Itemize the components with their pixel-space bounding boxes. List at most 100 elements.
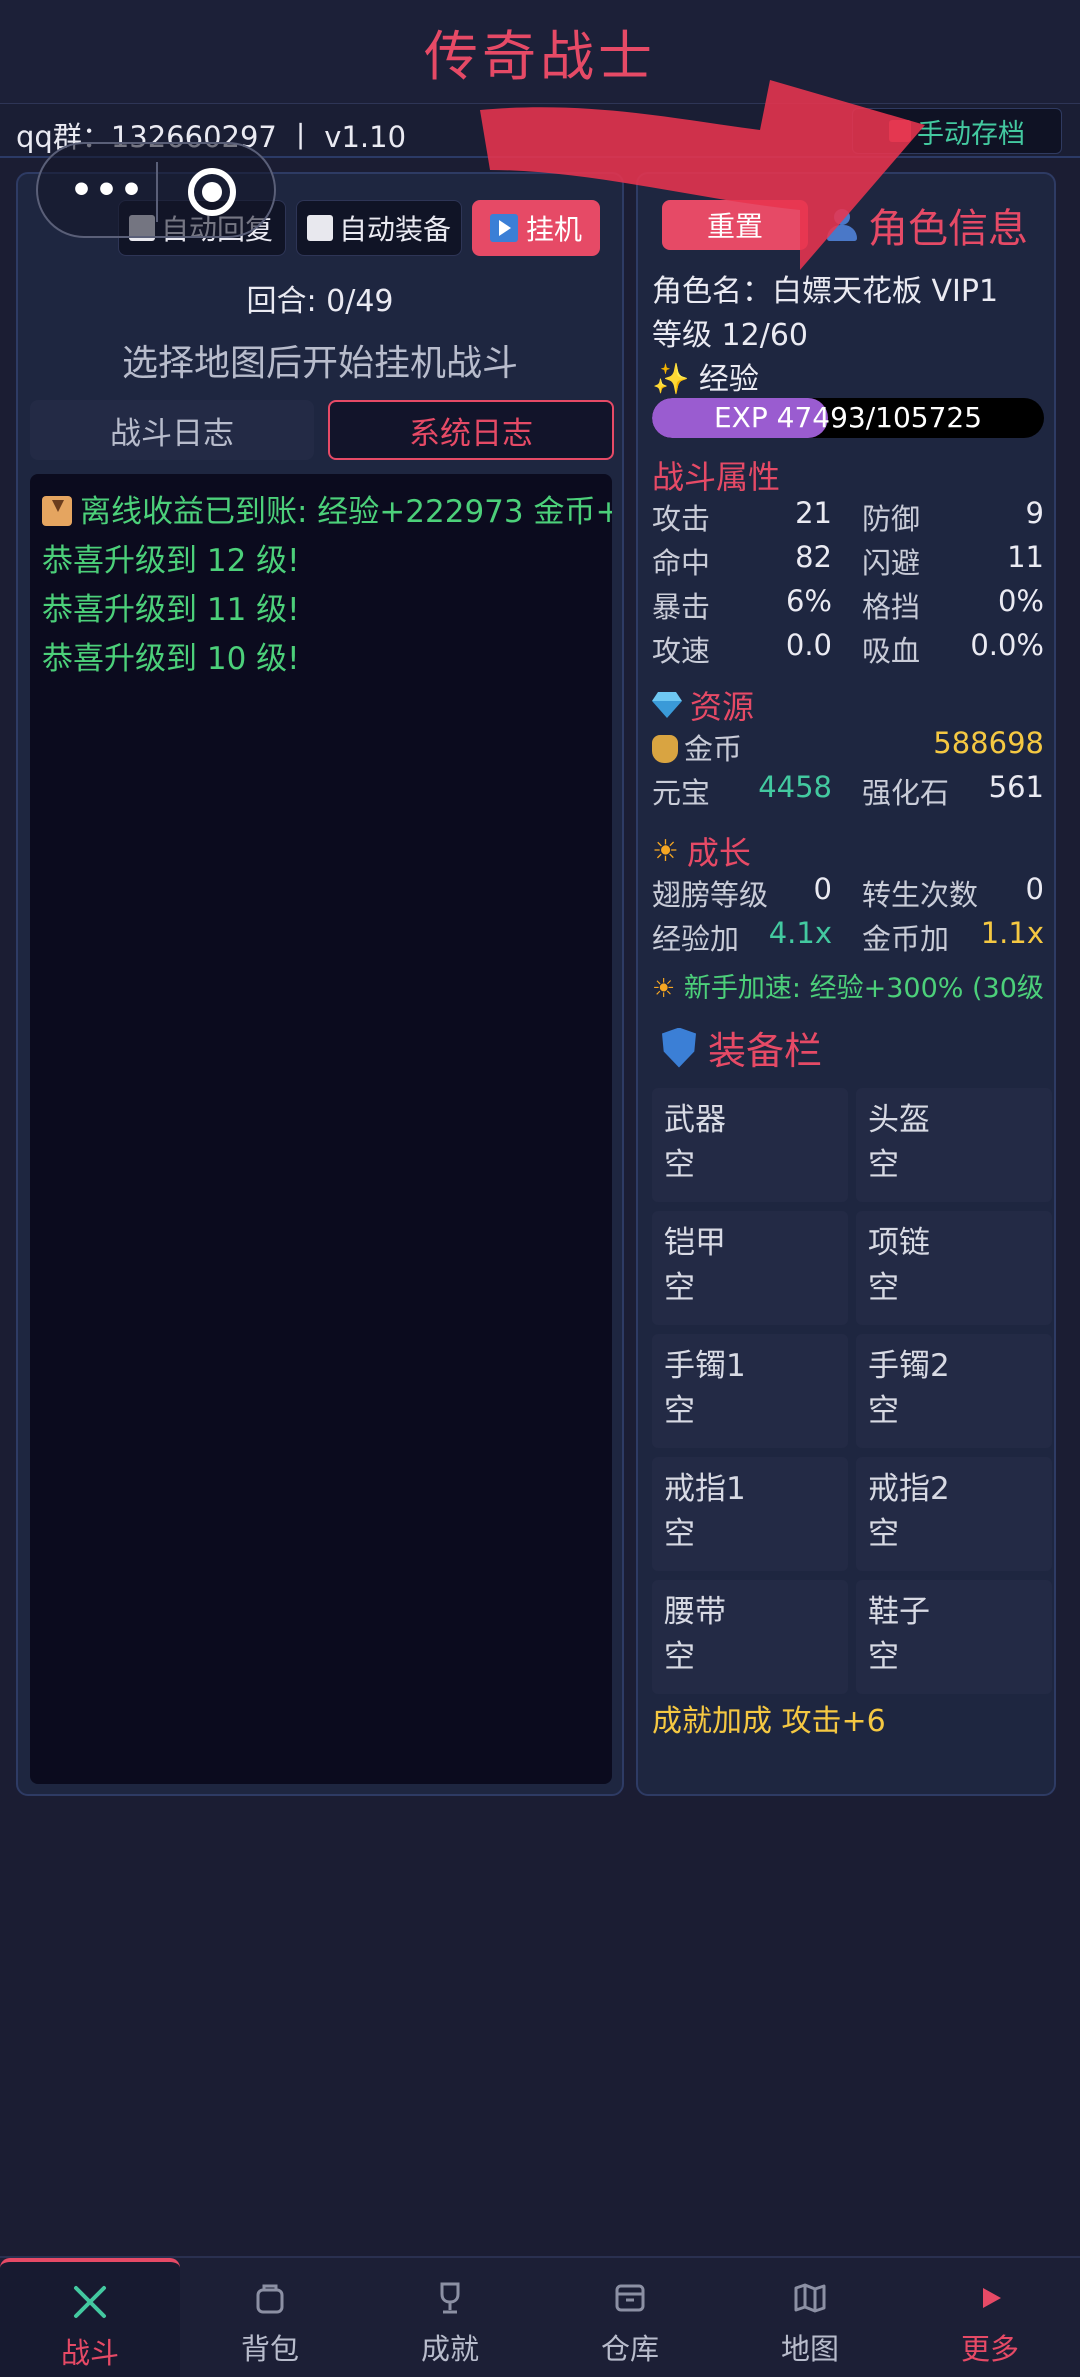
slot-value: 空 — [868, 1393, 899, 1429]
reset-button[interactable]: 重置 — [662, 200, 808, 250]
equipment-title: 装备栏 — [708, 1029, 823, 1073]
character-name: 角色名：白嫖天花板 VIP1 — [652, 274, 999, 309]
achievement-bonus: 成就加成 攻击+6 — [652, 1704, 886, 1739]
slot-value: 空 — [868, 1639, 899, 1675]
slot-name: 武器 — [664, 1102, 726, 1138]
sun-icon: ☀ — [652, 833, 679, 869]
equipment-heading: 装备栏 — [662, 1020, 822, 1075]
stat-value: 0.0 — [785, 628, 832, 662]
equip-slot-weapon[interactable]: 武器空 — [652, 1088, 848, 1202]
character-level: 等级 12/60 — [652, 318, 808, 353]
equip-slot-bracelet2[interactable]: 手镯2 空 — [856, 1334, 1052, 1448]
battle-panel: 自动回复 自动装备 挂机 回合: 0/49 选择地图后开始挂机战斗 战斗日志 系… — [16, 172, 624, 1796]
nav-warehouse[interactable]: 仓库 — [540, 2258, 720, 2377]
equip-slot-ring2[interactable]: 戒指2 空 — [856, 1457, 1052, 1571]
equip-slot-helmet[interactable]: 头盔空 — [856, 1088, 1052, 1202]
nav-label: 背包 — [240, 2332, 299, 2366]
sun-icon: ☀ — [652, 974, 676, 1004]
equip-slot-ring1[interactable]: 戒指1 空 — [652, 1457, 848, 1571]
more-dots-icon[interactable]: ••• — [70, 170, 145, 211]
sparkle-icon: ✨ — [652, 362, 690, 397]
inbox-icon — [42, 496, 72, 526]
growth-row: 翅膀等级 0 转生次数 0 — [652, 872, 1044, 916]
crossed-swords-icon — [74, 2286, 106, 2318]
manual-save-label: 手动存档 — [917, 118, 1025, 150]
battle-hint: 选择地图后开始挂机战斗 — [121, 343, 518, 384]
money-bag-icon — [652, 735, 678, 763]
stat-value: 0.0% — [970, 628, 1044, 662]
manual-save-button[interactable]: 手动存档 — [852, 108, 1062, 154]
stat-value: 9 — [1025, 496, 1044, 530]
warehouse-icon — [615, 2284, 645, 2312]
nav-label: 地图 — [780, 2332, 839, 2366]
equip-slot-bracelet1[interactable]: 手镯1 空 — [652, 1334, 848, 1448]
stat-value: 11 — [1007, 540, 1044, 574]
nav-map[interactable]: 地图 — [720, 2258, 900, 2377]
log-entry: 离线收益已到账: 经验+222973 金币+ — [42, 488, 612, 537]
stat-value: 82 — [795, 540, 832, 574]
slot-name: 手镯1 — [664, 1348, 746, 1384]
exp-bonus-value: 4.1x — [768, 916, 832, 950]
slot-name: 戒指1 — [664, 1471, 746, 1507]
nav-achievement[interactable]: 成就 — [360, 2258, 540, 2377]
idle-label: 挂机 — [525, 213, 582, 246]
person-icon — [824, 207, 860, 243]
newbie-text: 新手加速: 经验+300% (30级 — [683, 973, 1044, 1004]
map-icon — [794, 2283, 826, 2313]
capsule-divider — [156, 162, 158, 222]
slot-value: 空 — [664, 1516, 695, 1552]
character-info-title: 角色信息 — [868, 206, 1028, 252]
stat-row: 暴击 6% 格挡 0% — [652, 584, 1044, 628]
nav-label: 战斗 — [60, 2336, 119, 2370]
stat-row: 攻速 0.0 吸血 0.0% — [652, 628, 1044, 672]
gold-bonus-value: 1.1x — [980, 916, 1044, 950]
nav-more[interactable]: 更多 — [900, 2258, 1080, 2377]
slot-name: 铠甲 — [664, 1225, 726, 1261]
stat-row: 攻击 21 防御 9 — [652, 496, 1044, 540]
idle-button[interactable]: 挂机 — [472, 200, 600, 256]
character-info-heading: 角色信息 — [824, 196, 1028, 254]
play-icon — [489, 214, 518, 242]
resources-heading: 资源 — [652, 682, 754, 728]
equip-slot-belt[interactable]: 腰带空 — [652, 1580, 848, 1694]
nav-label: 仓库 — [600, 2332, 659, 2366]
close-circle-icon[interactable] — [188, 168, 236, 216]
nav-bag[interactable]: 背包 — [180, 2258, 360, 2377]
equip-slot-armor[interactable]: 铠甲空 — [652, 1211, 848, 1325]
stat-value: 0% — [997, 584, 1044, 618]
auto-equip-toggle[interactable]: 自动装备 — [296, 200, 462, 256]
gold-value: 588698 — [933, 726, 1044, 760]
page-title: 传奇战士 — [424, 25, 656, 88]
miniprogram-capsule: ••• — [36, 142, 276, 238]
yuanbao-value: 4458 — [758, 770, 832, 804]
shield-icon — [662, 1027, 696, 1068]
stat-value: 6% — [785, 584, 832, 618]
slot-value: 空 — [664, 1393, 695, 1429]
newbie-boost: ☀ 新手加速: 经验+300% (30级 — [652, 966, 1052, 1005]
slot-value: 空 — [868, 1516, 899, 1552]
slot-name: 戒指2 — [868, 1471, 950, 1507]
exp-progress-bar: EXP 47493/105725 — [652, 398, 1044, 438]
nav-battle[interactable]: 战斗 — [0, 2258, 180, 2377]
log-list: 离线收益已到账: 经验+222973 金币+ 恭喜升级到 12 级! 恭喜升级到… — [30, 474, 612, 1784]
equip-slot-shoes[interactable]: 鞋子空 — [856, 1580, 1052, 1694]
tab-system-log[interactable]: 系统日志 — [328, 400, 614, 460]
log-entry: 恭喜升级到 11 级! — [42, 592, 300, 628]
auto-equip-label: 自动装备 — [339, 213, 452, 246]
log-entry: 恭喜升级到 10 级! — [42, 641, 300, 677]
slot-value: 空 — [868, 1270, 899, 1306]
slot-value: 空 — [664, 1270, 695, 1306]
bonus-row: 经验加 4.1x 金币加 1.1x — [652, 916, 1044, 960]
tab-battle-log[interactable]: 战斗日志 — [30, 400, 314, 460]
gold-row: 金币 588698 — [652, 726, 1044, 770]
floppy-icon — [889, 120, 911, 142]
equip-slot-necklace[interactable]: 项链空 — [856, 1211, 1052, 1325]
character-panel: 重置 角色信息 角色名：白嫖天花板 VIP1 等级 12/60 ✨ 经验 EXP… — [636, 172, 1056, 1796]
slot-name: 项链 — [868, 1225, 930, 1261]
wing-value: 0 — [813, 872, 832, 906]
exp-progress-text: EXP 47493/105725 — [713, 401, 983, 434]
round-counter: 回合: 0/49 — [246, 284, 394, 319]
trophy-icon — [440, 2282, 460, 2314]
combat-stats-title: 战斗属性 — [652, 458, 781, 496]
gold-label-wrap: 金币 — [652, 726, 742, 768]
